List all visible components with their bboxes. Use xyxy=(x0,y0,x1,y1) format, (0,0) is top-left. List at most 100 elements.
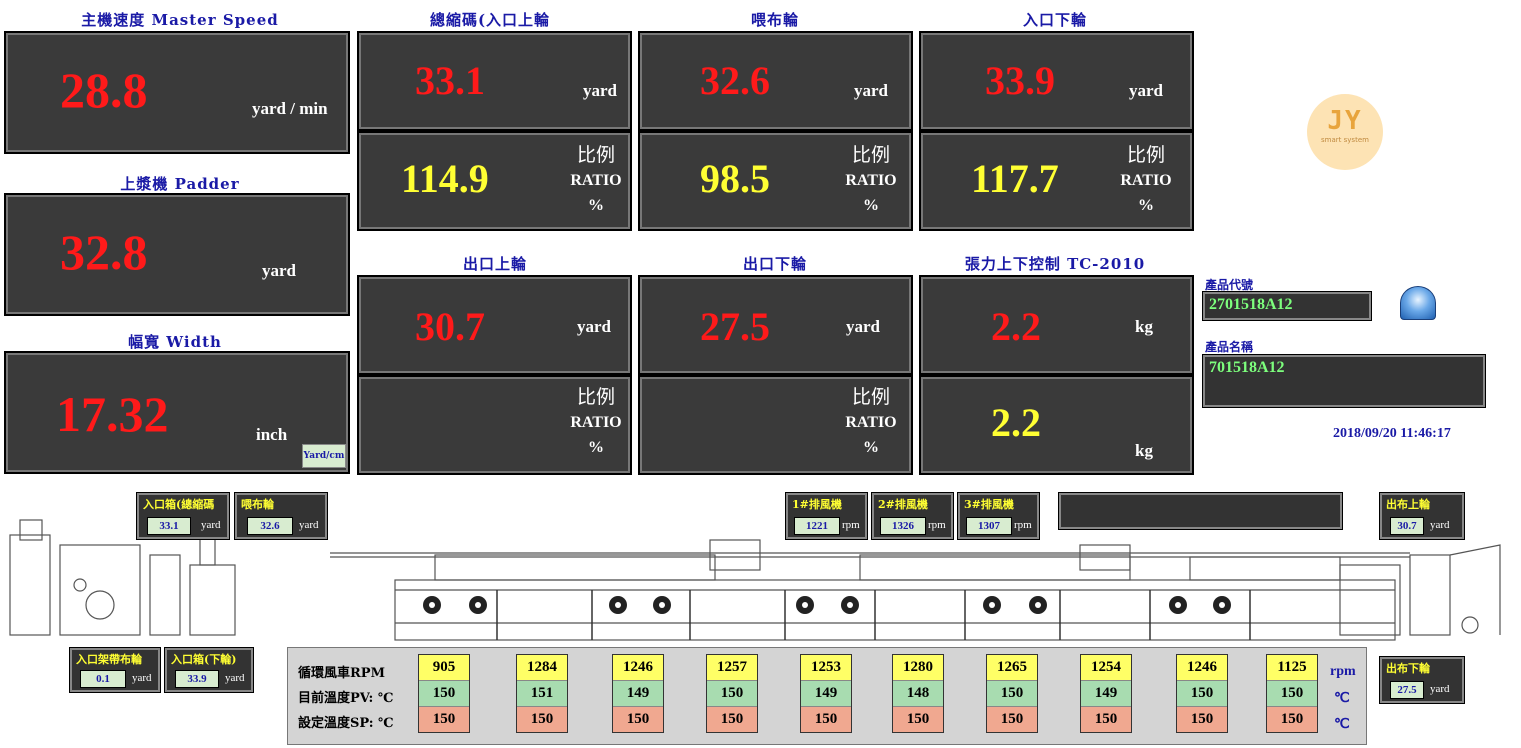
inlet-box-indicator: 入口箱(總縮碼 33.1 yard xyxy=(136,492,230,540)
chamber-pv-cell[interactable]: 151 xyxy=(517,681,567,707)
chamber-rpm-cell[interactable]: 1280 xyxy=(893,655,943,681)
chamber-column: 1246 150 150 xyxy=(1176,654,1228,733)
fan3-indicator: 3#排風機 1307 rpm xyxy=(957,492,1040,540)
shrink-title: 總縮碼(入口上輪 xyxy=(429,11,551,29)
chamber-pv-cell[interactable]: 149 xyxy=(613,681,663,707)
pv-row-label: 目前溫度PV: ℃ xyxy=(298,691,394,706)
chamber-pv-cell[interactable]: 148 xyxy=(893,681,943,707)
fan3-unit: rpm xyxy=(1014,519,1032,531)
pv-unit: ℃ xyxy=(1334,691,1350,706)
inlet-lower-title: 入口下輪 xyxy=(1022,11,1087,29)
out-lower-value: 27.5 xyxy=(1390,681,1424,699)
chamber-rpm-cell[interactable]: 1246 xyxy=(1177,655,1227,681)
chamber-sp-cell[interactable]: 150 xyxy=(1177,707,1227,732)
fan1-unit: rpm xyxy=(842,519,860,531)
inlet-lower-value: 33.9 xyxy=(985,58,1055,103)
feed-ratio-panel: 98.5 比例 RATIO % xyxy=(638,131,913,231)
chamber-sp-cell[interactable]: 150 xyxy=(1267,707,1317,732)
master-speed-title: 主機速度 Master Speed xyxy=(81,11,279,29)
outlet-upper-title: 出口上輪 xyxy=(462,255,527,273)
ratio-en: RATIO xyxy=(845,414,897,431)
feed-wheel-indicator: 喂布輪 32.6 yard xyxy=(234,492,328,540)
fan2-title: 2#排風機 xyxy=(878,498,928,511)
width-unit: inch xyxy=(256,425,288,444)
ratio-en: RATIO xyxy=(570,172,622,189)
out-lower-unit: yard xyxy=(1430,683,1450,695)
chamber-rpm-cell[interactable]: 1257 xyxy=(707,655,757,681)
shrink-ratio-panel: 114.9 比例 RATIO % xyxy=(357,131,632,231)
chamber-rpm-cell[interactable]: 905 xyxy=(419,655,469,681)
product-code-field[interactable]: 2701518A12 xyxy=(1202,291,1372,321)
chamber-sp-cell[interactable]: 150 xyxy=(1081,707,1131,732)
ratio-zh: 比例 xyxy=(851,386,890,408)
tension-title: 張力上下控制 TC-2010 xyxy=(964,255,1146,273)
jy-logo: JY smart system xyxy=(1307,94,1383,170)
chamber-rpm-cell[interactable]: 1253 xyxy=(801,655,851,681)
ratio-pct: % xyxy=(588,197,604,214)
fan1-value: 1221 xyxy=(794,517,840,535)
shrink-unit: yard xyxy=(583,81,617,100)
feed-ratio-value: 98.5 xyxy=(700,156,770,201)
chamber-sp-cell[interactable]: 150 xyxy=(707,707,757,732)
logo-sub: smart system xyxy=(1321,136,1369,144)
width-panel: 17.32 inch Yard/cm xyxy=(4,351,350,474)
chamber-sp-cell[interactable]: 150 xyxy=(517,707,567,732)
chamber-sp-cell[interactable]: 150 xyxy=(987,707,1037,732)
ratio-en: RATIO xyxy=(1120,172,1172,189)
inlet-box-value: 33.1 xyxy=(147,517,191,535)
datetime: 2018/09/20 11:46:17 xyxy=(1333,426,1451,441)
chamber-rpm-cell[interactable]: 1254 xyxy=(1081,655,1131,681)
feed-unit: yard xyxy=(854,81,888,100)
chamber-rpm-cell[interactable]: 1265 xyxy=(987,655,1037,681)
alarm-light-icon[interactable] xyxy=(1400,286,1436,320)
chamber-pv-cell[interactable]: 150 xyxy=(1177,681,1227,707)
out-upper-value: 30.7 xyxy=(1390,517,1424,535)
outlet-lower-unit: yard xyxy=(846,317,880,336)
inlet-box-title: 入口箱(總縮碼 xyxy=(143,498,215,511)
inlet-lower-ratio-label: 比例 RATIO % xyxy=(1111,143,1181,218)
sp-row-label: 設定溫度SP: ℃ xyxy=(298,716,394,731)
chamber-rpm-cell[interactable]: 1284 xyxy=(517,655,567,681)
inlet-lower-box-indicator: 入口箱(下輪) 33.9 yard xyxy=(164,647,254,693)
inlet-lower-box-unit: yard xyxy=(225,672,245,684)
width-value: 17.32 xyxy=(56,386,169,442)
chamber-column: 1254 149 150 xyxy=(1080,654,1132,733)
tension-lower-unit: kg xyxy=(1135,441,1153,460)
chamber-column: 1246 149 150 xyxy=(612,654,664,733)
yard-cm-toggle-button[interactable]: Yard/cm xyxy=(302,444,346,468)
status-message-box xyxy=(1058,492,1343,530)
fan1-title: 1#排風機 xyxy=(792,498,842,511)
chamber-pv-cell[interactable]: 150 xyxy=(419,681,469,707)
chamber-sp-cell[interactable]: 150 xyxy=(801,707,851,732)
chamber-column: 1125 150 150 xyxy=(1266,654,1318,733)
chamber-pv-cell[interactable]: 150 xyxy=(987,681,1037,707)
outlet-upper-panel: 30.7 yard xyxy=(357,275,632,375)
inlet-lower-box-title: 入口箱(下輪) xyxy=(171,653,237,666)
chamber-pv-cell[interactable]: 150 xyxy=(1267,681,1317,707)
width-title: 幅寬 Width xyxy=(128,333,222,351)
chamber-pv-cell[interactable]: 149 xyxy=(801,681,851,707)
ratio-zh: 比例 xyxy=(576,144,615,166)
ratio-zh: 比例 xyxy=(576,386,615,408)
tension-upper-panel: 2.2 kg xyxy=(919,275,1194,375)
sp-unit: ℃ xyxy=(1334,717,1350,732)
chamber-pv-cell[interactable]: 149 xyxy=(1081,681,1131,707)
chamber-pv-cell[interactable]: 150 xyxy=(707,681,757,707)
chamber-rpm-cell[interactable]: 1246 xyxy=(613,655,663,681)
rpm-unit: rpm xyxy=(1330,664,1356,679)
feed-wheel-title: 喂布輪 xyxy=(750,11,799,29)
outlet-upper-ratio-panel: 比例 RATIO % xyxy=(357,375,632,475)
inlet-rack-value: 0.1 xyxy=(80,670,126,688)
chamber-sp-cell[interactable]: 150 xyxy=(613,707,663,732)
master-speed-value: 28.8 xyxy=(60,62,148,118)
chamber-column: 905 150 150 xyxy=(418,654,470,733)
chamber-sp-cell[interactable]: 150 xyxy=(419,707,469,732)
chamber-rpm-cell[interactable]: 1125 xyxy=(1267,655,1317,681)
feed-wheel-small-value: 32.6 xyxy=(247,517,293,535)
inlet-lower-ratio-value: 117.7 xyxy=(971,156,1059,201)
padder-title: 上漿機 Padder xyxy=(120,175,240,193)
ratio-pct: % xyxy=(1138,197,1154,214)
chamber-sp-cell[interactable]: 150 xyxy=(893,707,943,732)
fan2-unit: rpm xyxy=(928,519,946,531)
product-name-field[interactable]: 701518A12 xyxy=(1202,354,1486,408)
